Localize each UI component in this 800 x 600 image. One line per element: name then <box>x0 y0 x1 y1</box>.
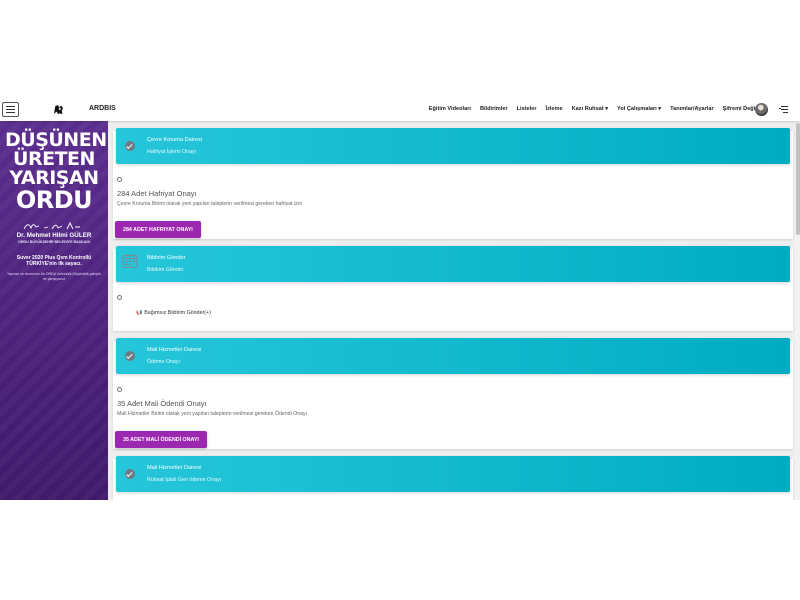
approval-card: Çevre Koruma Dairesi Hafriyat İşlemi Ona… <box>113 128 793 239</box>
card-header-title: Mali Hizmetler Dairesi <box>147 465 202 471</box>
sidebar-subtext: Yapılan ve donanımı bir ORDU ürünüdür.Dü… <box>7 272 101 281</box>
card-header-title: Bildirim Gönder <box>147 255 186 261</box>
nav-egitim-videolari[interactable]: Eğitim Videoları <box>429 106 471 112</box>
nav-izleme[interactable]: İzleme <box>546 106 563 112</box>
approval-count: 35 Adet Mali Ödendi Onayı <box>117 399 207 408</box>
card-header-subtitle: Ödeme Onayı <box>147 359 180 365</box>
sidebar-headline: Suver 2020 Plus Qsm Kontrollü TÜRKİYE'ni… <box>16 255 92 267</box>
nav-yol-calismalari-label: Yol Çalışmaları <box>617 106 657 112</box>
main-content: Çevre Koruma Dairesi Hafriyat İşlemi Ona… <box>108 121 795 500</box>
card-header: Mali Hizmetler Dairesi Ödeme Onayı <box>116 338 790 374</box>
avatar[interactable] <box>755 103 768 116</box>
list-menu-icon[interactable] <box>779 105 788 114</box>
nav-bildirimler[interactable]: Bildirimler <box>480 106 508 112</box>
main-nav: Eğitim Videoları Bildirimler Listeler İz… <box>429 106 764 112</box>
card-header: Çevre Koruma Dairesi Hafriyat İşlemi Ona… <box>116 128 790 164</box>
megaphone-icon: 📢 <box>136 310 143 316</box>
letterbox-top <box>0 0 800 100</box>
card-header-subtitle: Ruhsat İptali Geri ödeme Onayı <box>147 477 222 483</box>
nav-yol-calismalari[interactable]: Yol Çalışmaları ▾ <box>617 106 661 112</box>
mayor-name: Dr. Mehmet Hilmi GÜLER <box>16 232 92 239</box>
scrollbar-thumb[interactable] <box>795 123 800 235</box>
nav-kazi-ruhsat[interactable]: Kazı Ruhsat ▾ <box>572 106 608 112</box>
mayor-title: ORDU BÜYÜKŞEHİR BELEDİYE BAŞKANI <box>18 240 90 244</box>
check-icon <box>125 351 135 361</box>
caret-down-icon: ▾ <box>658 106 662 112</box>
approval-card: Mali Hizmetler Dairesi Ödeme Onayı 35 Ad… <box>113 338 793 449</box>
approval-count: 284 Adet Hafriyat Onayı <box>117 189 197 198</box>
caret-down-icon: ▾ <box>605 106 609 112</box>
hafriyat-approval-button[interactable]: 284 ADET HAFRIYAT ONAYI <box>115 221 201 238</box>
send-notification-link[interactable]: 📢 Bağımsız Bildirim Gönder(+) <box>136 310 211 316</box>
card-description: Mali Hizmetler Birimi olarak yeni yapıla… <box>117 411 307 417</box>
card-header-subtitle: Hafriyat İşlemi Onayı <box>147 149 197 155</box>
card-header-title: Mali Hizmetler Dairesi <box>147 347 202 353</box>
sidebar-slogan: DÜŞÜNEN ÜRETEN YARIŞAN ORDU <box>5 131 107 214</box>
nav-tanimlar-ayarlar[interactable]: Tanımlar/Ayarlar <box>670 106 714 112</box>
nav-listeler[interactable]: Listeler <box>517 106 537 112</box>
notification-card: Bildirim Gönder Bildirim Gönder 📢 Bağıms… <box>113 246 793 331</box>
send-notification-label: Bağımsız Bildirim Gönder(+) <box>144 310 211 316</box>
clock-icon <box>117 177 122 182</box>
check-icon <box>125 469 135 479</box>
card-header: Mali Hizmetler Dairesi Ruhsat İptali Ger… <box>116 456 790 492</box>
logo-icon[interactable] <box>52 103 65 116</box>
clock-icon <box>117 387 122 392</box>
card-header: Bildirim Gönder Bildirim Gönder <box>116 246 790 282</box>
slogan-line: ORDU <box>15 186 93 214</box>
card-header-subtitle: Bildirim Gönder <box>147 267 184 273</box>
app-window: ARDBIS Eğitim Videoları Bildirimler List… <box>0 100 800 500</box>
sidebar-banner: DÜŞÜNEN ÜRETEN YARIŞAN ORDU Dr. Mehmet H… <box>0 121 108 500</box>
calendar-icon <box>122 254 138 268</box>
card-description: Çevre Koruma Birimi olarak yeni yapılan … <box>117 201 302 207</box>
brand-name[interactable]: ARDBIS <box>89 105 116 112</box>
hamburger-icon[interactable] <box>2 102 19 117</box>
check-icon <box>125 141 135 151</box>
mali-approval-button[interactable]: 35 ADET MALİ ÖDENDİ ONAYI <box>115 431 207 448</box>
signature-icon <box>23 221 80 230</box>
vertical-scrollbar[interactable] <box>795 121 800 500</box>
top-bar: ARDBIS Eğitim Videoları Bildirimler List… <box>0 100 800 121</box>
clock-icon <box>117 295 122 300</box>
nav-kazi-ruhsat-label: Kazı Ruhsat <box>571 106 604 112</box>
approval-card: Mali Hizmetler Dairesi Ruhsat İptali Ger… <box>113 456 793 500</box>
letterbox-bottom <box>0 500 800 600</box>
card-header-title: Çevre Koruma Dairesi <box>147 137 203 143</box>
